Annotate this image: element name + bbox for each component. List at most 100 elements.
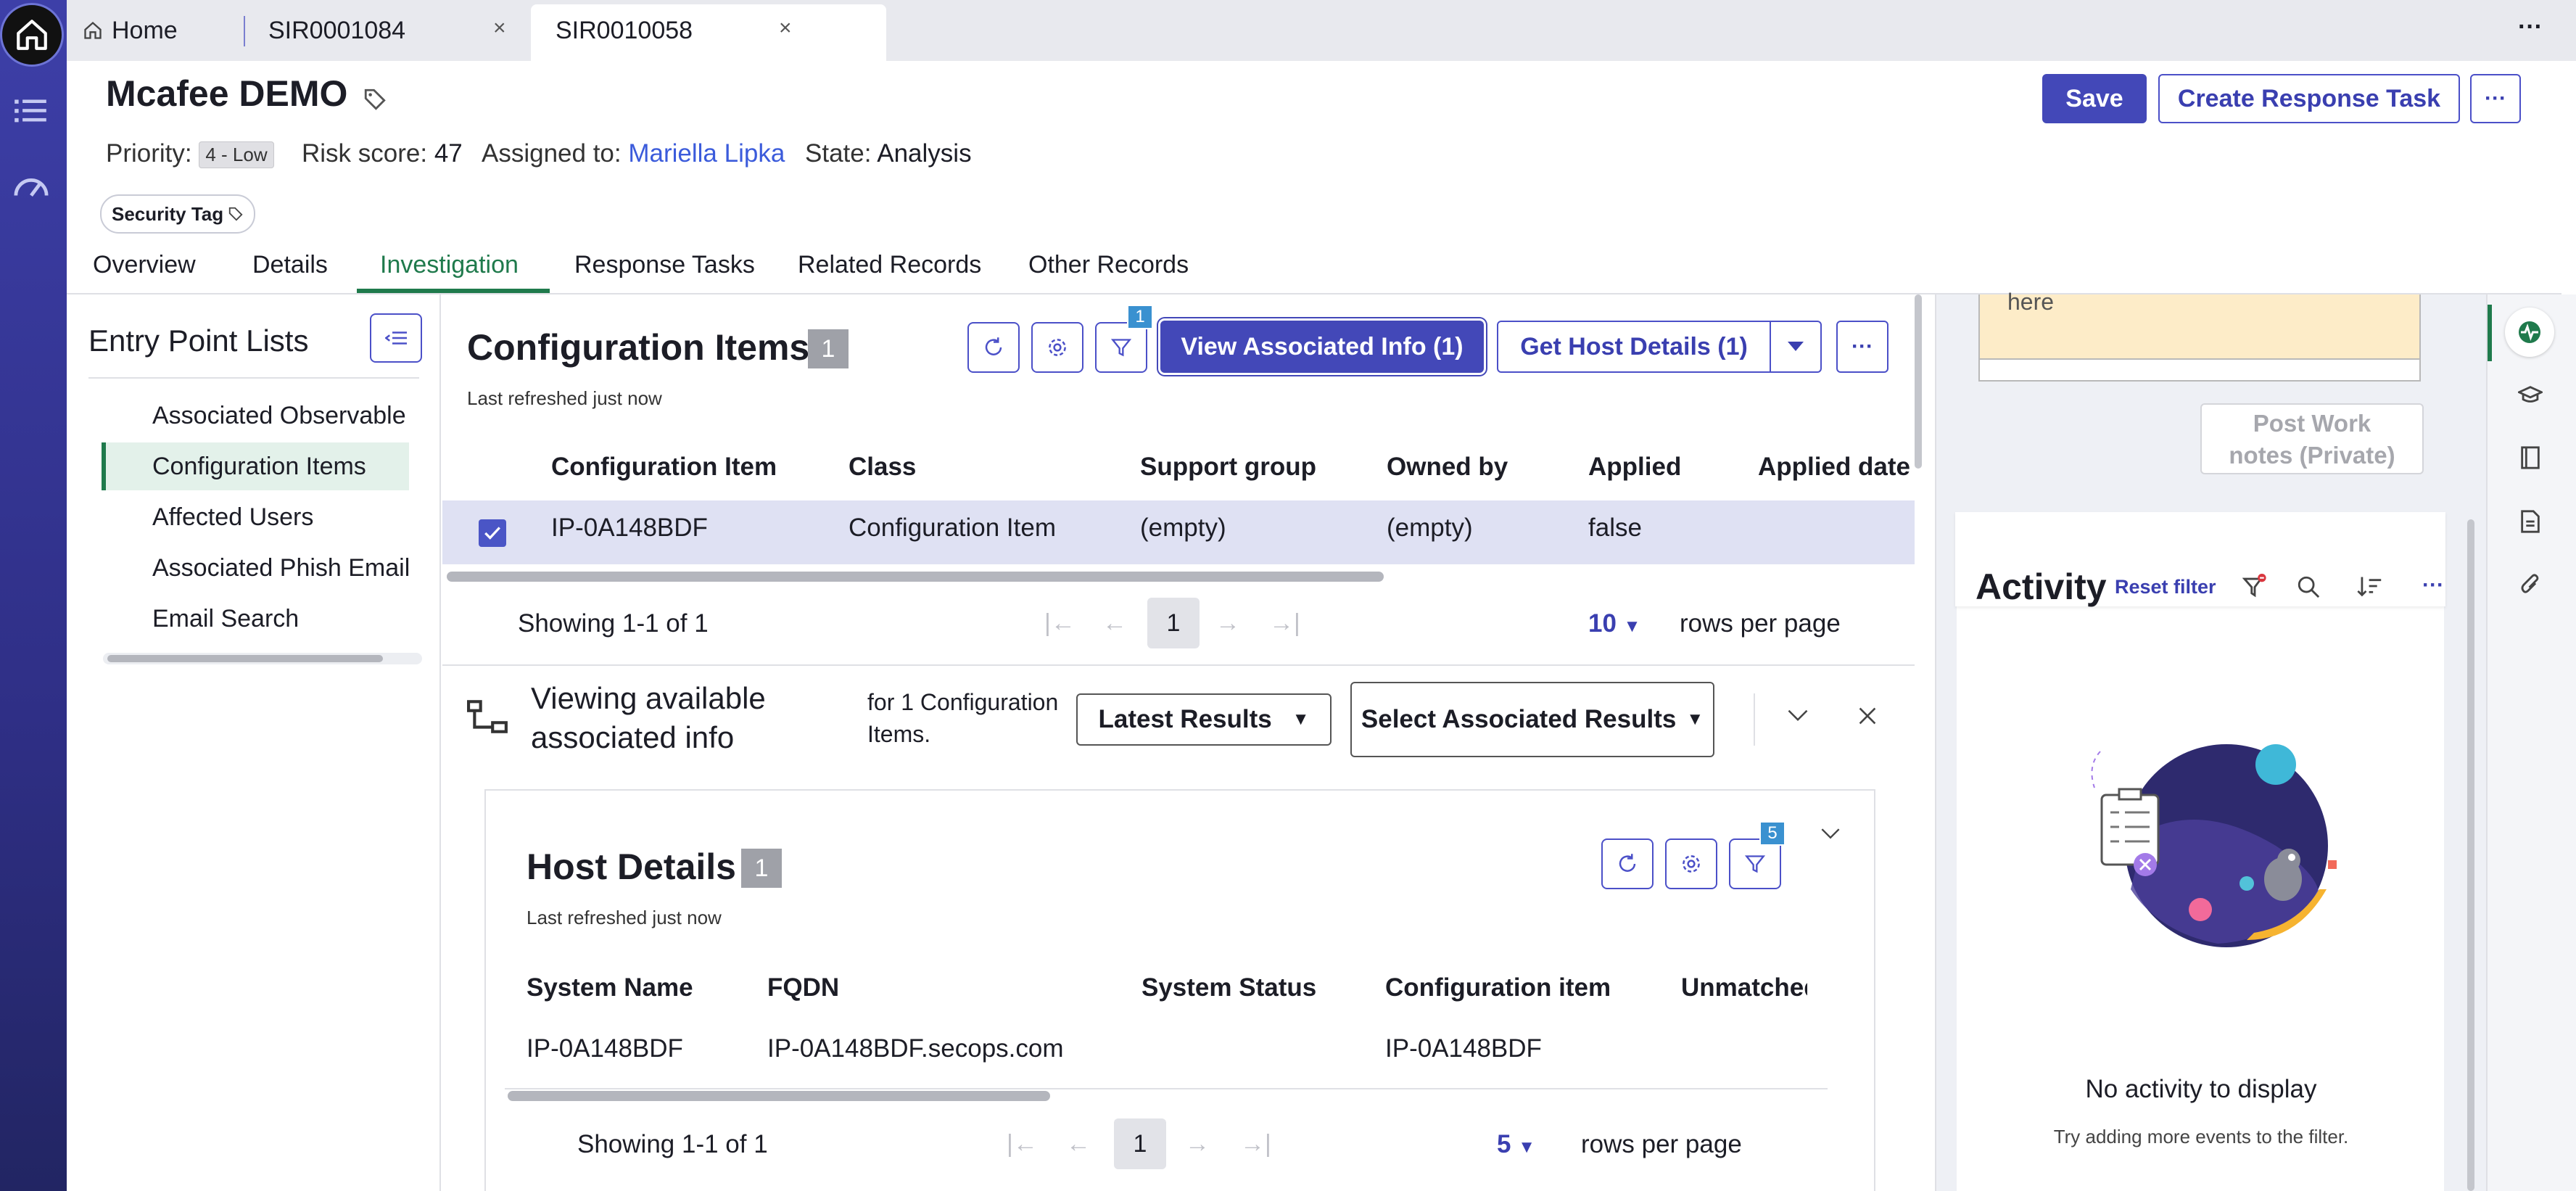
assigned-user-link[interactable]: Mariella Lipka: [628, 139, 785, 168]
state-field: State: Analysis: [805, 139, 972, 168]
col-header[interactable]: Owned by: [1387, 453, 1508, 482]
vertical-scrollbar-thumb[interactable]: [1915, 294, 1922, 469]
create-response-task-button[interactable]: Create Response Task: [2158, 74, 2460, 123]
tab-overview[interactable]: Overview: [93, 251, 196, 279]
divider: [442, 664, 1915, 666]
rows-per-page-label: rows per page: [1581, 1130, 1742, 1158]
document-icon[interactable]: [2519, 509, 2541, 534]
security-tag-chip[interactable]: Security Tag: [100, 194, 256, 234]
chevron-down-icon[interactable]: [1820, 827, 1841, 840]
view-associated-info-button[interactable]: View Associated Info (1): [1160, 321, 1484, 373]
settings-button[interactable]: [1665, 838, 1717, 889]
col-header[interactable]: Configuration Item: [551, 453, 777, 482]
reset-filter-link[interactable]: Reset filter: [2115, 576, 2216, 598]
first-page-icon[interactable]: |←: [1044, 609, 1076, 638]
tab-response-tasks[interactable]: Response Tasks: [574, 251, 755, 279]
ci-showing: Showing 1-1 of 1: [518, 609, 709, 638]
graduation-cap-icon[interactable]: [2518, 384, 2543, 406]
col-header[interactable]: Applied: [1588, 453, 1681, 482]
tab-related-records[interactable]: Related Records: [798, 251, 981, 279]
ci-link[interactable]: IP-0A148BDF: [551, 514, 708, 543]
record-more-button[interactable]: ···: [2470, 74, 2521, 123]
post-work-notes-button[interactable]: Post Work notes (Private): [2200, 403, 2424, 474]
activity-pulse-icon[interactable]: [2505, 308, 2554, 357]
next-page-icon[interactable]: →: [1185, 1130, 1210, 1158]
work-notes-textarea[interactable]: here: [1978, 289, 2421, 360]
prev-page-icon[interactable]: ←: [1066, 1130, 1091, 1158]
last-page-icon[interactable]: →|: [1269, 609, 1300, 638]
refresh-button[interactable]: [1601, 838, 1654, 889]
table-horizontal-scrollbar[interactable]: [447, 572, 1384, 582]
tab-other-records[interactable]: Other Records: [1028, 251, 1189, 279]
textarea-resize-bar[interactable]: [1978, 360, 2421, 382]
home-icon[interactable]: [0, 3, 64, 67]
first-page-icon[interactable]: |←: [1007, 1130, 1038, 1158]
empty-activity-illustration: [2058, 722, 2363, 969]
col-header[interactable]: Support group: [1140, 453, 1316, 482]
col-header[interactable]: Configuration item: [1385, 973, 1611, 1002]
select-associated-results[interactable]: Select Associated Results ▼: [1350, 682, 1714, 757]
scrollbar-thumb[interactable]: [107, 655, 383, 662]
tab-home[interactable]: Home: [83, 0, 178, 61]
col-header[interactable]: System Name: [527, 973, 693, 1002]
rows-per-page-select[interactable]: 10 ▼: [1588, 609, 1640, 638]
col-header[interactable]: FQDN: [767, 973, 839, 1002]
col-header[interactable]: Class: [849, 453, 916, 482]
close-icon[interactable]: ×: [493, 16, 506, 41]
search-icon[interactable]: [2296, 574, 2321, 599]
get-host-details-button[interactable]: Get Host Details (1): [1497, 321, 1771, 373]
close-icon[interactable]: [1858, 706, 1877, 725]
col-header[interactable]: System Status: [1142, 973, 1316, 1002]
filter-button[interactable]: [1095, 322, 1147, 373]
more-icon[interactable]: ···: [2518, 13, 2543, 41]
tab-sir0010058[interactable]: SIR0010058: [556, 0, 693, 61]
ci-count-badge: 1: [808, 329, 849, 368]
prev-page-icon[interactable]: ←: [1102, 609, 1127, 638]
book-icon[interactable]: [2519, 445, 2541, 470]
activity-scrollbar[interactable]: [2467, 519, 2474, 1191]
state-value: Analysis: [877, 139, 972, 168]
row-checkbox[interactable]: [479, 519, 506, 547]
tab-investigation[interactable]: Investigation: [380, 251, 519, 279]
chevron-down-icon[interactable]: [1787, 708, 1809, 722]
tab-details[interactable]: Details: [252, 251, 328, 279]
tag-icon[interactable]: [363, 87, 387, 112]
applied-cell: false: [1588, 514, 1642, 542]
ci-class-link[interactable]: Configuration Item: [849, 514, 1056, 543]
entry-point-item[interactable]: Email Search: [152, 605, 299, 633]
activity-more-icon[interactable]: ···: [2422, 573, 2444, 598]
attachment-icon[interactable]: [2519, 573, 2541, 598]
rows-per-page-label: rows per page: [1680, 609, 1841, 638]
system-name-link[interactable]: IP-0A148BDF: [527, 1034, 683, 1063]
tab-sir0001084[interactable]: SIR0001084: [268, 0, 405, 61]
save-button[interactable]: Save: [2042, 74, 2147, 123]
page-number[interactable]: 1: [1147, 598, 1200, 648]
refresh-button[interactable]: [967, 322, 1020, 373]
get-host-details-dropdown[interactable]: [1770, 321, 1822, 373]
col-header[interactable]: Applied date: [1758, 453, 1910, 482]
filter-icon[interactable]: [2242, 573, 2267, 599]
entry-point-item[interactable]: Associated Observable: [152, 402, 406, 430]
sort-icon[interactable]: [2357, 574, 2383, 598]
page-number[interactable]: 1: [1114, 1118, 1166, 1169]
close-icon[interactable]: ×: [779, 16, 792, 41]
filter-button[interactable]: [1729, 838, 1781, 889]
rows-per-page-select[interactable]: 5 ▼: [1497, 1130, 1535, 1159]
next-page-icon[interactable]: →: [1215, 609, 1240, 638]
dashboard-icon[interactable]: [13, 174, 49, 200]
tab-label: SIR0001084: [268, 16, 406, 44]
table-horizontal-scrollbar[interactable]: [508, 1091, 1050, 1101]
horizontal-scrollbar[interactable]: [103, 653, 422, 664]
entry-point-item-selected[interactable]: Configuration Items: [152, 453, 366, 481]
ci-title: Configuration Items: [467, 327, 810, 368]
last-page-icon[interactable]: →|: [1240, 1130, 1271, 1158]
list-icon[interactable]: [15, 96, 46, 125]
latest-results-select[interactable]: Latest Results ▼: [1076, 693, 1332, 746]
settings-button[interactable]: [1031, 322, 1083, 373]
config-item-link[interactable]: IP-0A148BDF: [1385, 1034, 1542, 1063]
entry-point-item[interactable]: Associated Phish Email: [152, 554, 410, 582]
col-header[interactable]: Unmatched: [1681, 973, 1807, 1002]
collapse-list-button[interactable]: [370, 313, 422, 363]
entry-point-item[interactable]: Affected Users: [152, 503, 313, 532]
ci-more-button[interactable]: ···: [1836, 321, 1888, 373]
